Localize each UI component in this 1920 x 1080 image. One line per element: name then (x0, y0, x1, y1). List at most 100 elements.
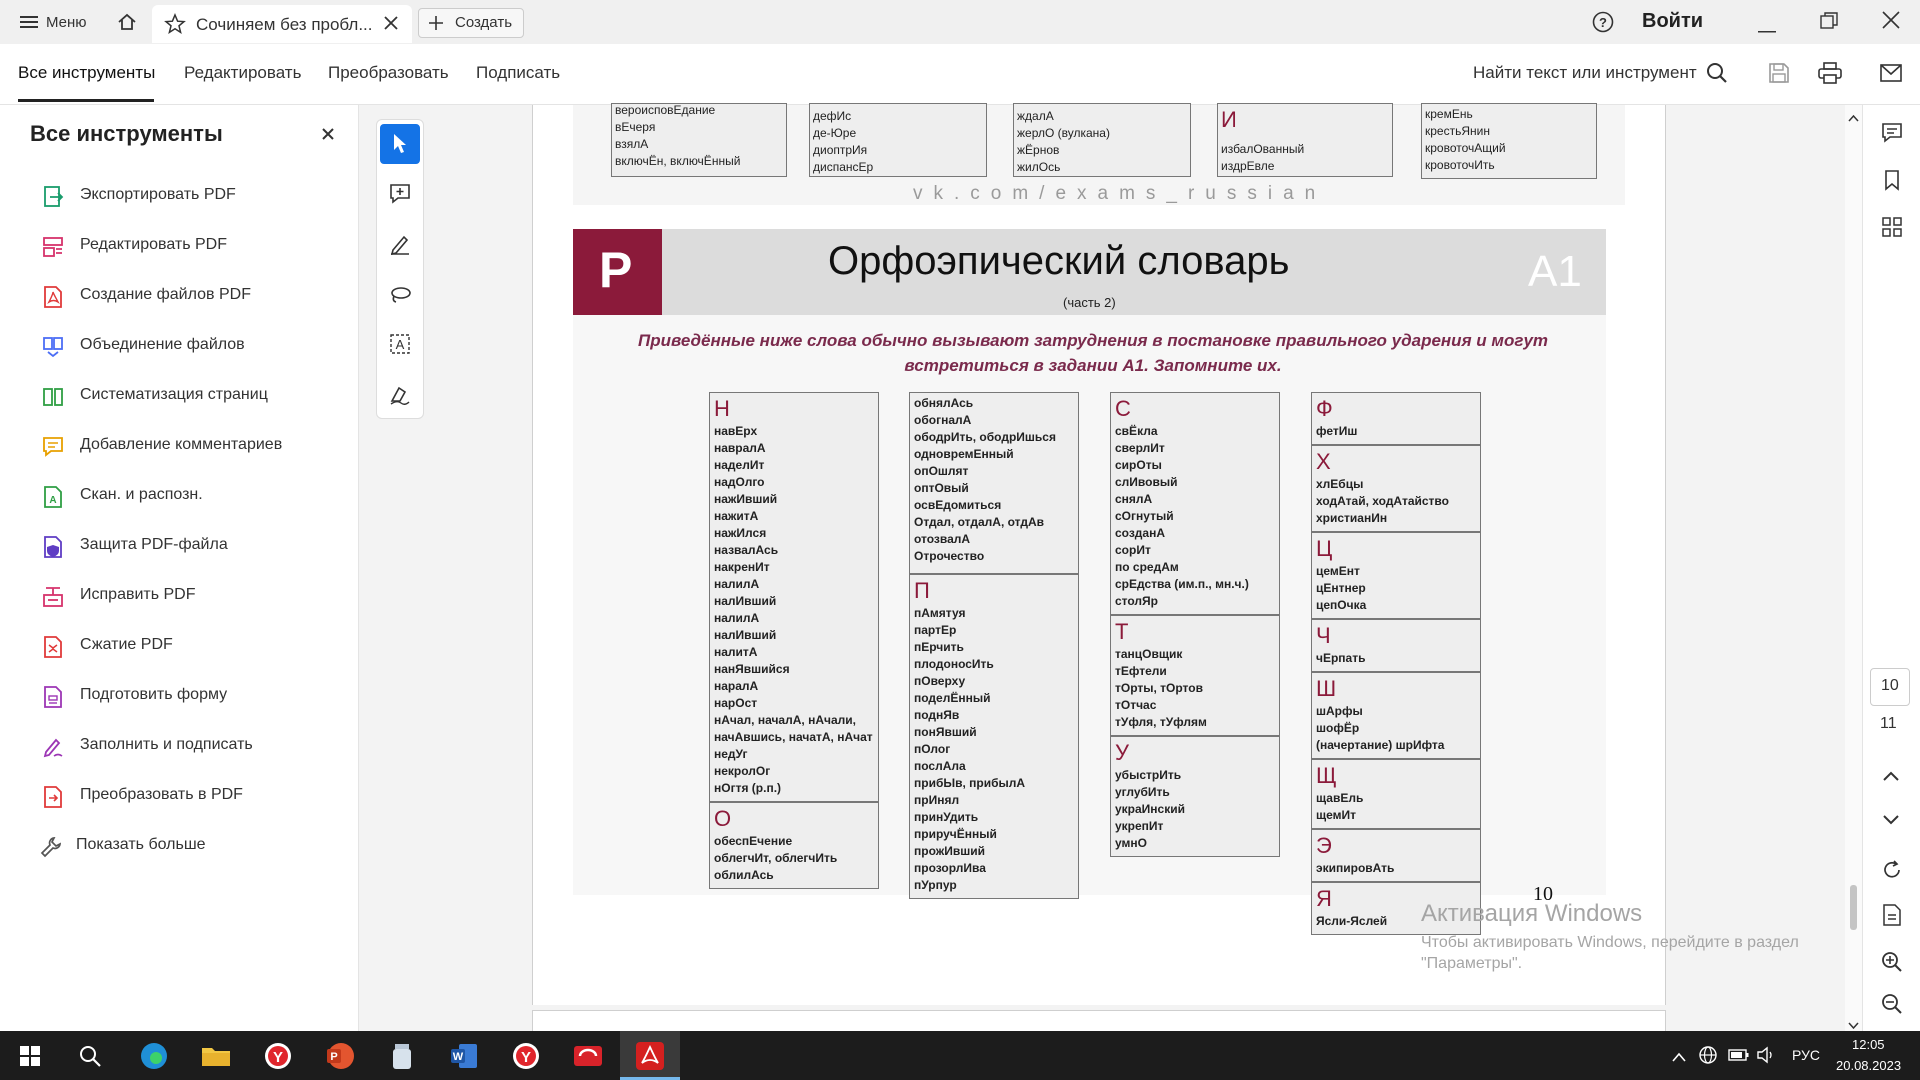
letter-heading: Ц (1316, 536, 1333, 561)
dictionary-word: (начертание) шрИфта (1316, 738, 1445, 752)
red-app-icon[interactable] (570, 1038, 606, 1074)
thumbnails-icon[interactable] (1882, 217, 1902, 242)
zoom-out-icon[interactable] (1881, 993, 1903, 1020)
document-tab[interactable]: Сочиняем без пробл... (152, 5, 412, 43)
keyboard-language[interactable]: РУС (1792, 1047, 1820, 1063)
menu-label: Меню (46, 14, 87, 31)
tool-redact-pdf[interactable]: Исправить PDF (0, 572, 358, 622)
dictionary-word: кровоточАщий (1425, 141, 1506, 155)
tool-prepare-form[interactable]: Подготовить форму (0, 672, 358, 722)
dictionary-word: отозвалА (914, 532, 971, 546)
letter-section: НнавЕрх навралА наделИт надОлго нажИвший нажи… (709, 392, 879, 802)
dictionary-word: тОрты, тОртов (1115, 681, 1203, 695)
dictionary-word: сОгнутый (1115, 509, 1174, 523)
letter-heading: У (1115, 740, 1129, 765)
dictionary-word: хлЕбцы (1316, 477, 1364, 491)
close-panel-icon[interactable] (322, 127, 334, 145)
dictionary-word: взялА (615, 137, 649, 151)
save-icon[interactable] (1768, 62, 1790, 89)
tray-chevron-icon[interactable] (1672, 1049, 1686, 1067)
taskbar-search-icon[interactable] (72, 1038, 108, 1074)
notepad-jar-icon[interactable] (384, 1038, 420, 1074)
restore-icon[interactable] (1820, 12, 1838, 35)
dictionary-word: обеспЕчение (714, 834, 793, 848)
dictionary-word: понЯвший (914, 725, 977, 739)
draw-tool-button[interactable] (380, 274, 420, 314)
select-tool-button[interactable] (380, 124, 420, 164)
tool-compress-pdf[interactable]: Сжатие PDF (0, 622, 358, 672)
network-globe-icon[interactable] (1698, 1045, 1718, 1070)
tool-organize-pages[interactable]: Систематизация страниц (0, 372, 358, 422)
next-pdf-page[interactable] (532, 1010, 1666, 1032)
menu-button[interactable]: Меню (14, 8, 92, 36)
dictionary-word: прожИвший (914, 844, 986, 858)
sign-tool-button[interactable] (380, 374, 420, 414)
letter-heading: С (1115, 396, 1131, 421)
vertical-scrollbar[interactable] (1845, 105, 1862, 1031)
previous-page-icon[interactable] (1883, 768, 1899, 786)
bookmarks-icon[interactable] (1881, 169, 1903, 196)
close-window-icon[interactable] (1882, 11, 1900, 34)
zoom-in-icon[interactable] (1881, 951, 1903, 978)
tool-protect-pdf[interactable]: Защита PDF-файла (0, 522, 358, 572)
create-button[interactable]: Создать (418, 8, 524, 38)
tool-create-pdf[interactable]: Создание файлов PDF (0, 272, 358, 322)
clock-time[interactable]: 12:05 (1852, 1037, 1885, 1052)
next-page-icon[interactable] (1883, 812, 1899, 830)
yandex-icon[interactable]: Y (508, 1038, 544, 1074)
page-number-box[interactable]: 10 (1870, 668, 1910, 706)
battery-icon[interactable] (1728, 1048, 1750, 1067)
tool-combine-files[interactable]: Объединение файлов (0, 322, 358, 372)
tool-label: Сжатие PDF (80, 636, 173, 653)
clock-date[interactable]: 20.08.2023 (1836, 1058, 1901, 1073)
tab-close-icon[interactable] (384, 16, 398, 35)
file-explorer-icon[interactable] (198, 1038, 234, 1074)
tool-export-pdf[interactable]: Экспортировать PDF (0, 172, 358, 222)
page-info-icon[interactable] (1882, 904, 1902, 931)
windows-start-icon[interactable] (12, 1038, 48, 1074)
tool-label: Подготовить форму (80, 686, 228, 703)
help-icon[interactable]: ? (1592, 11, 1614, 38)
dictionary-word: христианИн (1316, 511, 1388, 525)
rotate-icon[interactable] (1881, 859, 1903, 886)
tool-convert-pdf[interactable]: Преобразовать в PDF (0, 772, 358, 822)
text-box-button[interactable]: A (380, 324, 420, 364)
volume-icon[interactable] (1756, 1046, 1778, 1069)
scroll-up-icon[interactable] (1848, 109, 1859, 127)
pdf-page[interactable]: вероисповЕдание вЕчеря взялА включЁн, включ… (532, 103, 1666, 1005)
letter-heading: Ш (1316, 676, 1337, 701)
dictionary-word: пАмятуя (914, 606, 966, 620)
search-tools-label[interactable]: Найти текст или инструмент (1473, 63, 1697, 83)
mail-icon[interactable] (1880, 64, 1902, 87)
create-label: Создать (455, 14, 513, 31)
tool-scan-ocr[interactable]: A Скан. и распозн. (0, 472, 358, 522)
edge-browser-icon[interactable] (136, 1038, 172, 1074)
activation-line1: Чтобы активировать Windows, перейдите в … (1421, 934, 1799, 951)
star-icon[interactable] (164, 13, 186, 40)
dictionary-word: партЕр (914, 623, 957, 637)
add-comment-button[interactable] (380, 174, 420, 214)
minimize-icon[interactable] (1758, 20, 1776, 38)
yandex-browser-icon[interactable]: Y (260, 1038, 296, 1074)
tool-fill-sign[interactable]: Заполнить и подписать (0, 722, 358, 772)
comments-panel-icon[interactable] (1881, 122, 1903, 149)
menu-convert[interactable]: Преобразовать (328, 63, 449, 83)
edit-pdf-icon (42, 236, 64, 258)
print-icon[interactable] (1818, 62, 1842, 89)
highlight-tool-button[interactable] (380, 224, 420, 264)
search-icon[interactable] (1706, 62, 1728, 89)
powerpoint-icon[interactable]: P (322, 1038, 358, 1074)
dictionary-word: избалОванный (1221, 142, 1305, 156)
menu-sign[interactable]: Подписать (476, 63, 560, 83)
menu-all-tools[interactable]: Все инструменты (18, 63, 155, 83)
dictionary-word: созданА (1115, 526, 1166, 540)
menu-edit[interactable]: Редактировать (184, 63, 301, 83)
word-icon[interactable]: W (446, 1038, 482, 1074)
tool-wrench[interactable]: Показать больше (0, 822, 358, 872)
tool-comment[interactable]: Добавление комментариев (0, 422, 358, 472)
tool-edit-pdf[interactable]: Редактировать PDF (0, 222, 358, 272)
acrobat-taskbar-button[interactable] (620, 1031, 680, 1080)
sign-in-button[interactable]: Войти (1642, 10, 1703, 33)
letter-section: УубыстрИть углубИть украИнский укрепИт умнО (1110, 736, 1280, 857)
home-button[interactable] (108, 8, 144, 36)
